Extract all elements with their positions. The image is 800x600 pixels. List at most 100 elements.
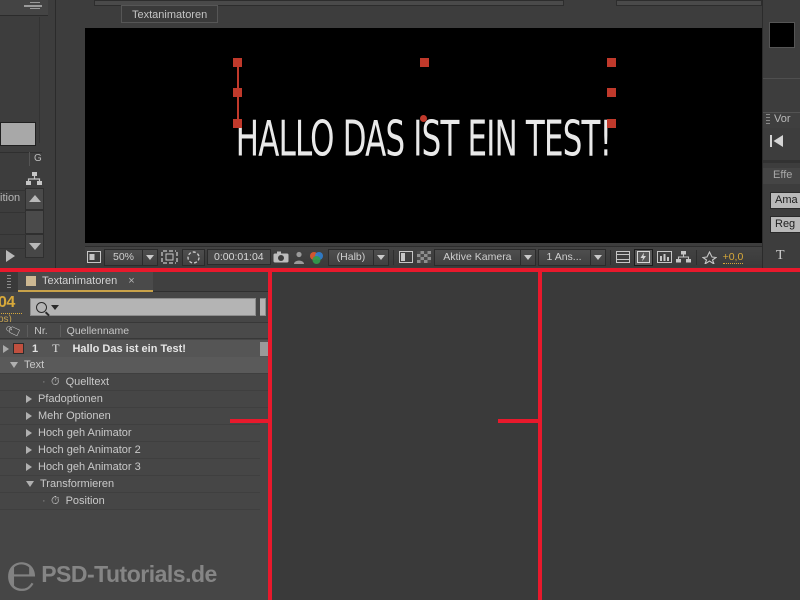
left-value-field[interactable]	[0, 122, 36, 146]
always-preview-icon[interactable]	[87, 249, 101, 266]
property-label-partial: ition	[0, 192, 21, 204]
timeline-timecode[interactable]: 04 ps)	[0, 294, 28, 325]
property-label: Hoch geh Animator	[38, 427, 132, 439]
views-select[interactable]: 1 Ans...	[537, 248, 606, 266]
twirl-closed-icon[interactable]	[26, 429, 32, 437]
tab-composition-textanimatoren[interactable]: Textanimatoren	[121, 5, 219, 23]
toggle-mask-paths-icon[interactable]	[182, 248, 206, 266]
close-icon[interactable]: ×	[128, 275, 134, 287]
selection-handle[interactable]	[420, 58, 429, 67]
anchor-point-icon[interactable]	[420, 115, 427, 122]
property-row[interactable]: Hoch geh Animator 2	[0, 442, 260, 459]
layer-color-swatch[interactable]	[13, 343, 24, 354]
toggle-view-layout-icon[interactable]	[399, 249, 414, 266]
layer-name[interactable]: Hallo Das ist ein Test!	[67, 342, 258, 356]
selection-handle[interactable]	[233, 88, 242, 97]
property-label: Position	[65, 495, 105, 507]
effects-button-reg[interactable]: Reg	[770, 216, 800, 233]
twirl-closed-icon[interactable]	[26, 395, 32, 403]
property-row[interactable]: Text	[0, 357, 260, 374]
chevron-down-icon[interactable]	[589, 249, 605, 265]
resolution-value: (Halb)	[336, 250, 366, 263]
property-label: Text	[24, 359, 45, 371]
text-tool-icon[interactable]: T	[776, 248, 785, 264]
left-panel-rail: G ition	[0, 0, 56, 270]
watermark-text: PSD-Tutorials.de	[41, 560, 217, 587]
property-row[interactable]: Mehr Optionen	[0, 408, 260, 425]
viewer-toolbar: 50% 0:00:01:04 (Halb) Aktive Kamera 1 An…	[85, 246, 762, 267]
layer-twirl-icon[interactable]	[3, 344, 9, 353]
property-row[interactable]: Hoch geh Animator	[0, 425, 260, 442]
panel-grip-icon[interactable]	[766, 114, 770, 125]
composition-icon	[26, 276, 36, 286]
chevron-down-icon[interactable]	[519, 249, 535, 265]
parent-hierarchy-icon[interactable]	[26, 172, 42, 186]
layer-number: 1	[32, 342, 39, 355]
twirl-open-icon[interactable]	[26, 481, 34, 487]
chevron-down-icon[interactable]	[142, 249, 157, 265]
timeline-column-header: 🏷 Nr. Quellenname	[0, 321, 260, 340]
stopwatch-icon[interactable]: ⏱	[51, 495, 60, 508]
property-row[interactable]: Pfadoptionen	[0, 391, 260, 408]
tab-label: Textanimatoren	[42, 275, 118, 287]
annotation-connector-2	[498, 419, 542, 423]
timeline-layer-row[interactable]: 1 T Hallo Das ist ein Test!	[0, 340, 260, 357]
left-panel-header	[0, 0, 48, 16]
property-row[interactable]: Transformieren	[0, 476, 260, 493]
selection-handle[interactable]	[607, 88, 616, 97]
selection-handle[interactable]	[607, 119, 616, 128]
take-snapshot-icon[interactable]	[273, 249, 289, 266]
timecode-value: 04	[0, 294, 15, 311]
effects-button-ama[interactable]: Ama	[770, 192, 800, 209]
twirl-closed-icon[interactable]	[26, 446, 32, 454]
current-timecode[interactable]: 0:00:01:04	[207, 249, 271, 265]
panel-menu-icon[interactable]	[30, 2, 40, 11]
annotation-divider-horizontal	[0, 268, 800, 272]
play-icon[interactable]	[6, 250, 15, 262]
chevron-down-icon[interactable]	[373, 249, 388, 265]
property-row[interactable]: · ⏱ Quelltext	[0, 374, 260, 391]
title-action-safe-icon[interactable]	[615, 249, 630, 266]
property-row[interactable]: Hoch geh Animator 3	[0, 459, 260, 476]
zoom-level-select[interactable]: 50%	[104, 248, 159, 266]
first-frame-icon[interactable]	[769, 134, 789, 151]
twirl-closed-icon[interactable]	[26, 463, 32, 471]
label-tag-icon: 🏷	[4, 321, 24, 340]
scroll-up-button[interactable]	[25, 188, 44, 210]
property-label: Hoch geh Animator 2	[38, 444, 141, 456]
twirl-open-icon[interactable]	[10, 362, 18, 368]
selection-handle[interactable]	[233, 58, 242, 67]
after-effects-window: G ition Textanimatoren HALLO DAS IST EIN…	[0, 0, 800, 600]
selection-handle[interactable]	[233, 119, 242, 128]
transparency-grid-icon[interactable]	[417, 249, 432, 266]
stopwatch-icon[interactable]: ⏱	[51, 376, 60, 389]
property-row[interactable]: · ⏱ Position	[0, 493, 260, 510]
twirl-closed-icon[interactable]	[26, 412, 32, 420]
exposure-icon[interactable]	[701, 249, 717, 266]
g-label: G	[34, 153, 42, 164]
column-header-nr[interactable]: Nr.	[34, 325, 47, 337]
show-channel-icon[interactable]	[309, 249, 325, 266]
region-of-interest-icon[interactable]	[161, 249, 178, 266]
comp-flowchart-icon[interactable]	[675, 249, 691, 266]
show-snapshot-icon[interactable]	[293, 249, 305, 266]
scroll-thumb[interactable]	[25, 210, 44, 234]
scroll-down-button[interactable]	[25, 234, 44, 258]
tab-timeline-textanimatoren[interactable]: Textanimatoren ×	[18, 272, 153, 292]
search-input[interactable]	[30, 298, 256, 316]
resolution-select[interactable]: (Halb)	[327, 248, 390, 266]
composition-stage[interactable]: HALLO DAS IST EIN TEST!	[85, 28, 762, 243]
fast-previews-icon[interactable]	[633, 248, 653, 266]
effects-panel-title: Effe	[773, 169, 793, 181]
property-label: Mehr Optionen	[38, 410, 111, 422]
color-swatch-black[interactable]	[769, 22, 795, 48]
chevron-down-icon[interactable]	[51, 304, 59, 310]
camera-select[interactable]: Aktive Kamera	[434, 248, 536, 266]
timeline-panel-3: Textanimatoren × 04 ps) 🏷 Nr. Quellennam…	[0, 270, 260, 600]
panel-grip-icon[interactable]	[7, 275, 11, 288]
bullet-marker: ·	[42, 376, 46, 388]
exposure-value[interactable]: +0,0	[722, 251, 744, 264]
column-header-source-name[interactable]: Quellenname	[67, 325, 129, 337]
timeline-graph-icon[interactable]	[656, 249, 672, 266]
selection-handle[interactable]	[607, 58, 616, 67]
